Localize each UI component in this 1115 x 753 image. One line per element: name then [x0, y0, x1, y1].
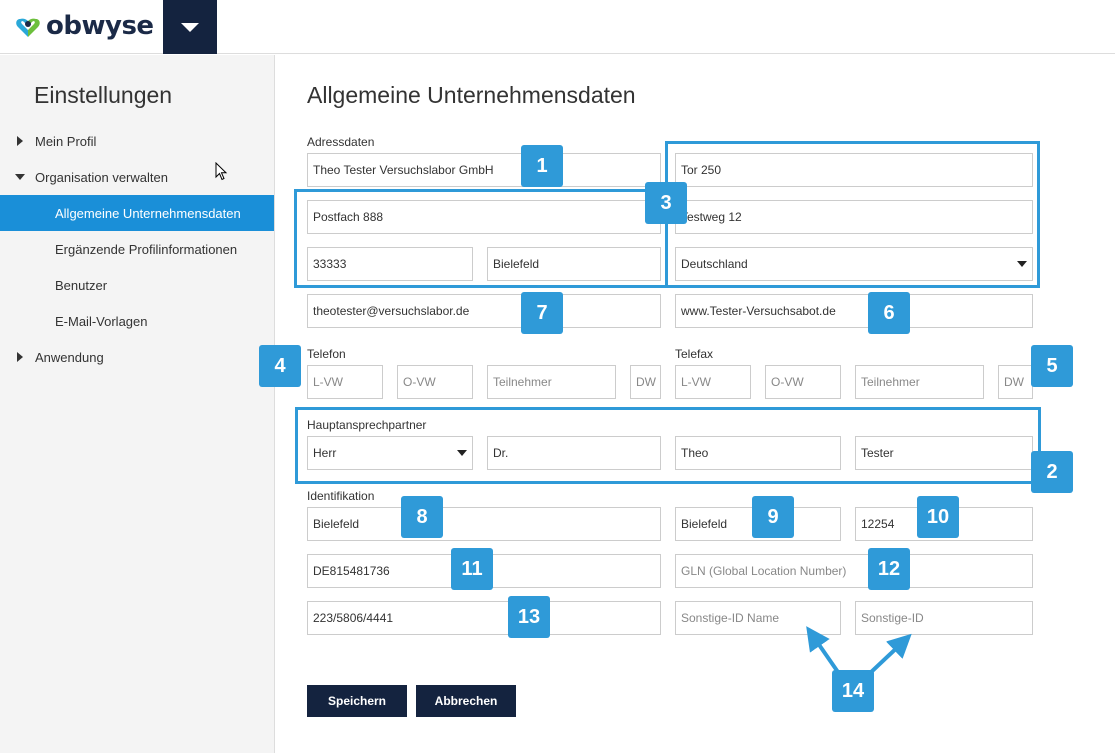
fax-number-input[interactable]: Teilnehmer — [855, 365, 984, 399]
identifikation-label: Identifikation — [307, 489, 375, 503]
sidebar-item-label: Ergänzende Profilinformationen — [55, 241, 238, 257]
badge-13: 13 — [508, 596, 550, 638]
chevron-right-icon — [17, 136, 23, 146]
adressdaten-label: Adressdaten — [307, 135, 375, 149]
sidebar-item-label: Benutzer — [55, 277, 108, 293]
highlight-box-address-right — [665, 141, 1040, 288]
sidebar-item-label: Mein Profil — [35, 133, 97, 149]
company-name-field[interactable]: Theo Tester Versuchslabor GmbH — [307, 153, 661, 187]
tax-number-field[interactable]: 223/5806/4441 — [307, 601, 661, 635]
phone-number-input[interactable]: Teilnehmer — [487, 365, 616, 399]
gln-field[interactable]: GLN (Global Location Number) — [675, 554, 1033, 588]
save-button[interactable]: Speichern — [307, 685, 407, 717]
sidebar-item-benutzer[interactable]: Benutzer — [0, 267, 274, 303]
website-field[interactable]: www.Tester-Versuchsabot.de — [675, 294, 1033, 328]
fax-area-code-input[interactable]: O-VW — [765, 365, 841, 399]
chevron-right-icon — [17, 352, 23, 362]
telefon-label: Telefon — [307, 347, 346, 361]
badge-4: 4 — [259, 345, 301, 387]
logo-text: obwyse — [46, 11, 154, 41]
highlight-box-contact — [295, 407, 1041, 484]
phone-country-code-input[interactable]: L-VW — [307, 365, 383, 399]
badge-6: 6 — [868, 292, 910, 334]
sidebar-item-label: Anwendung — [35, 349, 104, 365]
sidebar-item-email-vorlagen[interactable]: E-Mail-Vorlagen — [0, 303, 274, 339]
fax-country-code-input[interactable]: L-VW — [675, 365, 751, 399]
badge-2: 2 — [1031, 451, 1073, 493]
page-title: Allgemeine Unternehmensdaten — [307, 82, 636, 108]
sidebar-item-ergaenzende-profilinformationen[interactable]: Ergänzende Profilinformationen — [0, 231, 274, 267]
sidebar-item-label: E-Mail-Vorlagen — [55, 313, 148, 329]
chevron-down-icon — [15, 174, 25, 180]
phone-extension-input[interactable]: DW — [630, 365, 661, 399]
sidebar-title: Einstellungen — [34, 82, 173, 108]
obwyse-logo[interactable]: obwyse — [14, 10, 154, 42]
email-field[interactable]: theotester@versuchslabor.de — [307, 294, 661, 328]
other-id-name-field[interactable]: Sonstige-ID Name — [675, 601, 841, 635]
mouse-pointer-icon — [215, 162, 228, 181]
telefax-label: Telefax — [675, 347, 714, 361]
sidebar-item-allgemeine-unternehmensdaten[interactable]: Allgemeine Unternehmensdaten — [0, 195, 274, 231]
highlight-box-postbox — [294, 189, 668, 288]
badge-8: 8 — [401, 496, 443, 538]
badge-5: 5 — [1031, 345, 1073, 387]
sidebar-item-organisation-verwalten[interactable]: Organisation verwalten — [0, 159, 274, 195]
sidebar-item-label: Allgemeine Unternehmensdaten — [55, 205, 241, 221]
badge-3: 3 — [645, 182, 687, 224]
other-id-field[interactable]: Sonstige-ID — [855, 601, 1033, 635]
badge-1: 1 — [521, 145, 563, 187]
fax-extension-input[interactable]: DW — [998, 365, 1033, 399]
badge-9: 9 — [752, 496, 794, 538]
sidebar-item-mein-profil[interactable]: Mein Profil — [0, 123, 274, 159]
caret-down-icon — [181, 22, 199, 32]
badge-14: 14 — [832, 670, 874, 712]
badge-10: 10 — [917, 496, 959, 538]
menu-toggle-button[interactable] — [163, 0, 217, 54]
top-bar: obwyse — [0, 0, 1115, 54]
badge-12: 12 — [868, 548, 910, 590]
cancel-button[interactable]: Abbrechen — [416, 685, 516, 717]
logo-mark-icon — [16, 18, 40, 37]
sidebar-item-anwendung[interactable]: Anwendung — [0, 339, 274, 375]
sidebar-item-label: Organisation verwalten — [35, 169, 168, 185]
badge-11: 11 — [451, 548, 493, 590]
phone-area-code-input[interactable]: O-VW — [397, 365, 473, 399]
badge-7: 7 — [521, 292, 563, 334]
id-city-field[interactable]: Bielefeld — [307, 507, 661, 541]
